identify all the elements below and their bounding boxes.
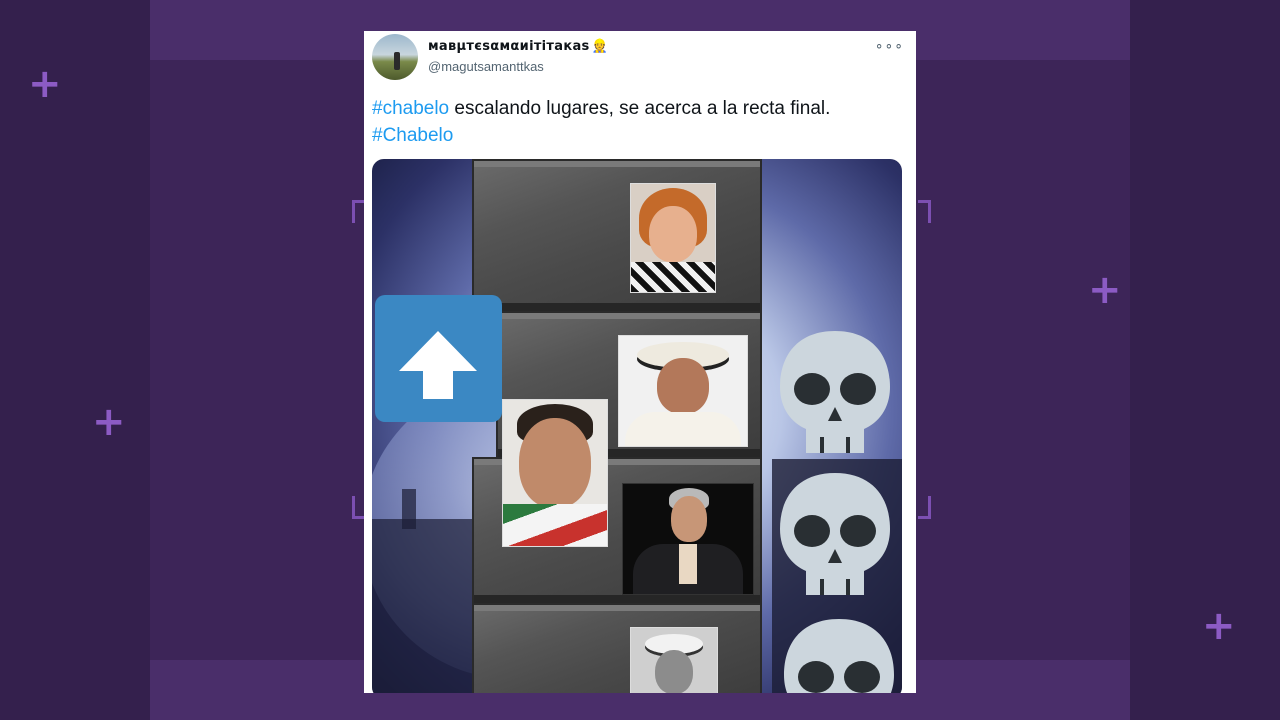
construction-worker-icon: 👷 xyxy=(591,39,609,54)
tweet-text: #chabelo escalando lugares, se acerca a … xyxy=(372,95,908,149)
plus-decoration-icon: + xyxy=(92,399,126,445)
avatar-figure xyxy=(394,52,400,70)
user-handle[interactable]: @magutsamanttkas xyxy=(428,59,544,74)
hashtag-link-chabelo-2[interactable]: #Chabelo xyxy=(372,125,453,146)
photo-portrait-5 xyxy=(630,627,718,693)
castle-silhouette xyxy=(372,519,472,693)
plus-decoration-icon: + xyxy=(28,61,62,107)
photo-portrait-2 xyxy=(618,335,748,447)
skull-icon xyxy=(784,619,894,693)
display-name[interactable]: мавμтєѕαмαиітітакаѕ 👷 xyxy=(428,39,608,54)
skull-icon xyxy=(780,331,890,453)
hashtag-link-chabelo[interactable]: #chabelo xyxy=(372,98,449,119)
display-name-text: мавμтєѕαмαиітітакаѕ xyxy=(428,39,590,54)
plus-decoration-icon: + xyxy=(1202,603,1236,649)
up-arrow-shape xyxy=(399,331,477,399)
tweet-body-text: escalando lugares, se acerca a la recta … xyxy=(449,98,831,119)
up-arrow-icon xyxy=(375,295,502,422)
photo-portrait-1 xyxy=(630,183,716,293)
castle-silhouette xyxy=(402,489,416,529)
stone-block xyxy=(472,159,762,313)
photo-portrait-4 xyxy=(622,483,754,595)
plus-decoration-icon: + xyxy=(1088,267,1122,313)
tweet-card: мавμтєѕαмαиітітакаѕ 👷 @magutsamanttkas ∘∘… xyxy=(364,31,916,693)
bracket-decoration xyxy=(918,200,931,223)
tweet-media-image[interactable] xyxy=(372,159,902,693)
stone-block xyxy=(472,603,762,693)
avatar[interactable] xyxy=(372,34,418,80)
photo-portrait-chabelo xyxy=(502,399,608,547)
more-options-icon[interactable]: ∘∘∘ xyxy=(875,37,904,54)
bg-left-panel xyxy=(0,0,150,720)
bracket-decoration xyxy=(918,496,931,519)
skull-icon xyxy=(780,473,890,595)
